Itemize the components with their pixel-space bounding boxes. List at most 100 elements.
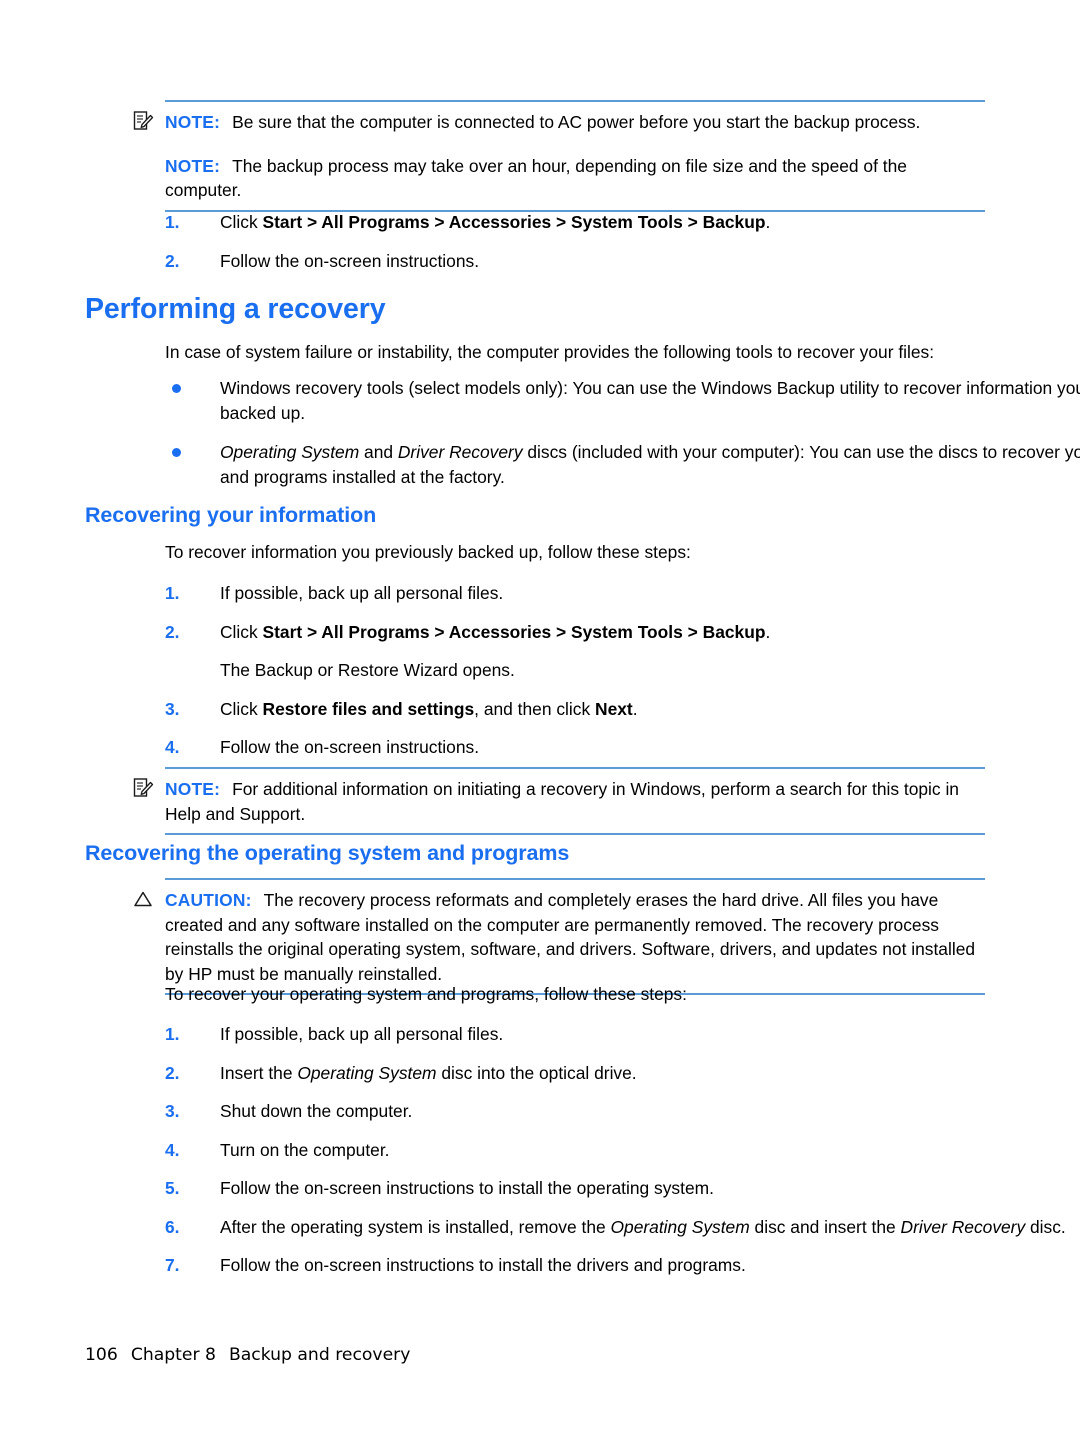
list-number: 1. (165, 1024, 180, 1044)
step-seg-3: disc. (1025, 1216, 1066, 1237)
page-footer: 106 Chapter 8 Backup and recovery (85, 1345, 410, 1365)
list-item: 5. Follow the on-screen instructions to i… (165, 1176, 1080, 1201)
bullet-italic-1: Operating System (220, 442, 360, 462)
note-pencil-icon (132, 777, 154, 799)
caution-text: The recovery process reformats and compl… (165, 890, 976, 984)
admonition-box: NOTE: For additional information on initi… (133, 767, 985, 835)
os-intro-paragraph: To recover your operating system and pro… (165, 984, 687, 1004)
note-line-1: NOTE: Be sure that the computer is connec… (165, 110, 985, 135)
step-text-post-2: . (632, 698, 638, 719)
list-number: 7. (165, 1255, 180, 1275)
page-title: Performing a recovery (85, 293, 386, 325)
step-seg-1: Shut down the computer. (220, 1101, 413, 1121)
list-number: 3. (165, 1101, 180, 1121)
admonition-box: CAUTION: The recovery process reformats a… (134, 878, 985, 995)
step-seg-1: Turn on the computer. (220, 1139, 390, 1160)
note-line: NOTE: For additional information on initi… (165, 777, 985, 826)
list-number: 4. (165, 737, 180, 757)
list-number: 5. (165, 1178, 180, 1198)
caution-line: CAUTION: The recovery process reformats a… (165, 888, 985, 986)
step-seg-1: If possible, back up all personal files. (220, 1024, 504, 1044)
step-italic-1: Operating System (610, 1216, 750, 1237)
step-text-pre: Click (220, 698, 263, 719)
steps-list-recover: 1. If possible, back up all personal file… (165, 581, 1080, 760)
bullet-dot-icon (172, 384, 181, 393)
list-number: 2. (165, 250, 180, 271)
note-label-2: NOTE: (165, 155, 221, 176)
note-text-2a: The backup process may take over an hour… (232, 155, 907, 176)
step-text-bold: Start > All Programs > Accessories > Sys… (262, 212, 766, 232)
section-heading-recovering-information: Recovering your information (85, 503, 377, 527)
bullet-seg-2: and (359, 442, 398, 462)
step-text-pre: Click (220, 621, 263, 642)
steps-list-os: 1. If possible, back up all personal file… (165, 1022, 1080, 1278)
note-text-2b: computer. (165, 180, 242, 200)
note-label: NOTE: (165, 112, 221, 132)
recover-intro-paragraph: To recover information you previously ba… (165, 542, 691, 562)
step-text-bold: Restore files and settings (262, 698, 475, 719)
list-item: 4. Follow the on-screen instructions. (165, 735, 1080, 760)
step-text-bold: Start > All Programs > Accessories > Sys… (262, 621, 766, 642)
step-seg-1: Follow the on-screen instructions to ins… (220, 1178, 714, 1198)
list-item: 2. Follow the on-screen instructions. (165, 249, 1080, 274)
list-item: 1. Click Start > All Programs > Accessori… (165, 210, 1080, 235)
step-text-pre: Click (220, 212, 263, 232)
list-item: 2. Click Start > All Programs > Accessori… (165, 620, 1080, 683)
note-admonition-middle: NOTE: For additional information on initi… (0, 767, 1080, 835)
footer-chapter-title: Backup and recovery (228, 1345, 411, 1365)
list-item: 2. Insert the Operating System disc into … (165, 1061, 1080, 1086)
list-number: 2. (165, 621, 180, 642)
bullet-text: Windows recovery tools (select models on… (220, 378, 1080, 423)
note-pencil-icon (132, 110, 154, 132)
list-item: 3. Shut down the computer. (165, 1099, 1080, 1124)
note-line-2: NOTE: The backup process may take over an… (165, 154, 985, 203)
step-text-post: . (765, 212, 771, 232)
list-item: 1. If possible, back up all personal file… (165, 1022, 1080, 1047)
ordered-list: 1. Click Start > All Programs > Accessori… (165, 210, 1080, 273)
step-text-pre: Follow the on-screen instructions. (220, 250, 480, 271)
bullet-dot-icon (172, 448, 181, 457)
section-heading-recovering-os: Recovering the operating system and prog… (85, 841, 570, 865)
step-italic-1: Operating System (297, 1062, 437, 1083)
list-number: 6. (165, 1216, 180, 1237)
list-number: 1. (165, 583, 180, 603)
note-label: NOTE: (165, 779, 221, 799)
step-seg-2: disc into the optical drive. (436, 1062, 637, 1083)
step-text: Follow the on-screen instructions. (220, 737, 480, 757)
step-text: If possible, back up all personal files. (220, 583, 504, 603)
intro-paragraph: In case of system failure or instability… (165, 342, 935, 362)
document-page: NOTE: Be sure that the computer is connec… (0, 0, 1080, 1437)
list-item: 6. After the operating system is installe… (165, 1215, 1080, 1240)
caution-admonition: CAUTION: The recovery process reformats a… (0, 878, 1080, 995)
step-sub-paragraph: The Backup or Restore Wizard opens. (220, 660, 515, 680)
step-text-bold-2: Next (595, 698, 633, 719)
note-text-1: Be sure that the computer is connected t… (232, 112, 921, 132)
unordered-list: Windows recovery tools (select models on… (165, 376, 1080, 489)
bullet-italic-2: Driver Recovery (397, 442, 523, 462)
step-text-post: , and then click (474, 698, 596, 719)
list-number: 2. (165, 1062, 180, 1083)
list-item: 3. Click Restore files and settings, and … (165, 697, 1080, 722)
warning-triangle-icon (132, 888, 154, 910)
list-item: Windows recovery tools (select models on… (165, 376, 1080, 425)
list-number: 1. (165, 212, 180, 232)
list-number: 4. (165, 1139, 180, 1160)
ordered-list: 1. If possible, back up all personal file… (165, 581, 1080, 760)
step-seg-1: After the operating system is installed,… (220, 1216, 611, 1237)
footer-chapter: Chapter 8 (130, 1345, 216, 1365)
list-item: 1. If possible, back up all personal file… (165, 581, 1080, 606)
note-admonition-top: NOTE: Be sure that the computer is connec… (0, 100, 1080, 212)
step-seg-2: disc and insert the (749, 1216, 901, 1237)
recovery-tools-list: Windows recovery tools (select models on… (165, 376, 1080, 489)
step-seg-1: Follow the on-screen instructions to ins… (220, 1255, 746, 1275)
step-seg-1: Insert the (220, 1062, 298, 1083)
list-item: 4. Turn on the computer. (165, 1138, 1080, 1163)
step-italic-2: Driver Recovery (900, 1216, 1026, 1237)
list-item: Operating System and Driver Recovery dis… (165, 440, 1080, 489)
footer-page-number: 106 (85, 1345, 118, 1365)
caution-label: CAUTION: (165, 890, 252, 910)
steps-list-top: 1. Click Start > All Programs > Accessori… (165, 210, 1080, 273)
admonition-box: NOTE: Be sure that the computer is connec… (133, 100, 985, 212)
list-item: 7. Follow the on-screen instructions to i… (165, 1253, 1080, 1278)
ordered-list: 1. If possible, back up all personal file… (165, 1022, 1080, 1278)
